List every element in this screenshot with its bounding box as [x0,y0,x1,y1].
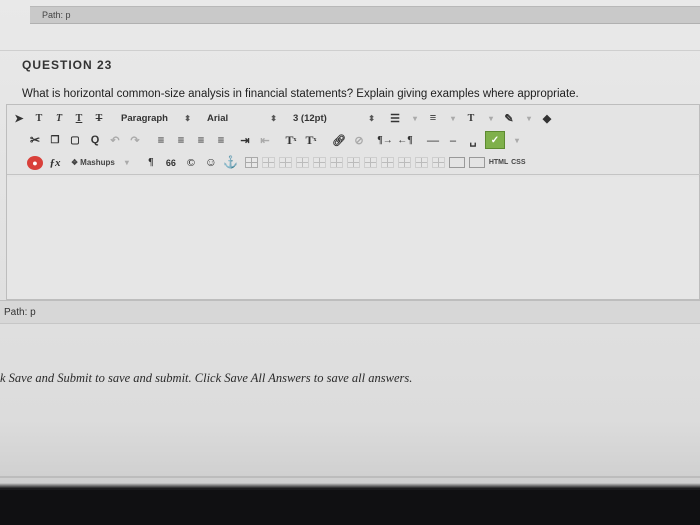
select-arrows-icon: ⬍ [184,113,191,123]
copyright-icon[interactable]: © [183,154,199,172]
strikethrough-button[interactable]: T [91,109,107,127]
bottom-path-bar: Path: p [0,300,700,324]
align-center-icon[interactable]: ≡ [173,131,189,149]
outdent-icon[interactable]: ⇤ [257,131,273,149]
chevron-down-icon[interactable]: ▾ [521,109,537,127]
eraser-icon[interactable]: ◆ [539,109,555,127]
table-delete-col-icon[interactable] [346,157,360,168]
numbered-list-icon[interactable]: ≡ [425,109,441,127]
table-row-props-icon[interactable] [431,157,445,168]
highlight-pen-icon[interactable]: ✎ [501,109,517,127]
submit-instructions: k Save and Submit to save and submit. Cl… [0,371,413,385]
chevron-down-icon[interactable]: ▾ [509,131,525,149]
paste-icon[interactable]: ▢ [67,131,83,149]
bullet-list-icon[interactable]: ☰ [387,109,403,127]
table-row-before-icon[interactable] [261,157,275,168]
table-row-after-icon[interactable] [278,157,292,168]
table-col-after-icon[interactable] [329,157,343,168]
font-size-value: 3 (12pt) [293,112,327,124]
unlink-icon[interactable]: ⊘ [351,131,367,149]
chevron-down-icon[interactable]: ▾ [407,109,423,127]
paragraph-format-value: Paragraph [121,112,168,124]
divider [0,476,700,478]
table-col-before-icon[interactable] [312,157,326,168]
ltr-paragraph-icon[interactable]: ¶→ [377,131,393,149]
font-family-select[interactable]: Arial ⬍ [203,110,281,126]
dash-icon[interactable]: – [445,131,461,149]
font-family-value: Arial [207,112,229,124]
superscript-label: T [285,132,294,147]
table-cell-props-icon[interactable] [414,157,428,168]
chevron-down-icon[interactable]: ▾ [483,109,499,127]
divider [0,50,700,51]
link-icon[interactable]: 🔗︎ [331,131,347,149]
underline-button[interactable]: T [71,109,87,127]
chevron-down-icon[interactable]: ▾ [445,109,461,127]
preview-icon[interactable] [468,157,485,168]
table-props-icon[interactable] [397,157,411,168]
toolbar-row-2: ✂ ❐ ▢ Q ↶ ↷ ≡ ≡ ≡ ≡ ⇥ ⇤ Tx Tx 🔗︎ ⊘ ¶→ ←¶… [7,129,700,151]
paragraph-format-select[interactable]: Paragraph ⬍ [117,110,195,126]
mashups-button[interactable]: ❖ Mashups [71,154,115,172]
formula-fx-icon[interactable]: ƒx [47,154,63,172]
select-arrows-icon: ⬍ [270,113,277,123]
html-button[interactable]: HTML [489,154,508,172]
bold-button[interactable]: T [31,109,47,127]
subscript-button[interactable]: Tx [303,131,319,149]
align-right-icon[interactable]: ≡ [193,131,209,149]
mashups-icon: ❖ [71,158,79,167]
toolbar-row-1: ➤ T T T T Paragraph ⬍ Arial ⬍ 3 (12pt) ⬍… [7,107,700,129]
indent-icon[interactable]: ⇥ [237,131,253,149]
cursor-arrow-icon: ➤ [14,112,24,125]
table-merge-cell-icon[interactable] [380,157,394,168]
question-heading: QUESTION 23 [22,58,113,72]
css-button[interactable]: CSS [510,154,526,172]
italic-button[interactable]: T [51,109,67,127]
anchor-icon[interactable]: ⚓ [223,154,239,172]
top-path-label: Path: p [42,10,71,20]
text-color-button[interactable]: T [463,109,479,127]
emoji-icon[interactable]: ☺ [203,154,219,172]
spellcheck-icon[interactable]: ✓ [485,131,505,149]
question-text: What is horizontal common-size analysis … [22,88,579,100]
select-arrows-icon: ⬍ [368,113,375,123]
justify-icon[interactable]: ≡ [213,131,229,149]
subscript-label: T [305,132,314,147]
rich-text-editor: ➤ T T T T Paragraph ⬍ Arial ⬍ 3 (12pt) ⬍… [6,104,700,300]
rtl-paragraph-icon[interactable]: ←¶ [397,131,413,149]
paragraph-mark-button[interactable]: ¶ [143,154,159,172]
find-icon[interactable]: Q [87,131,103,149]
chevron-down-icon[interactable]: ▾ [119,154,135,172]
bottom-path-label: Path: p [4,307,36,318]
cut-icon[interactable]: ✂ [27,131,43,149]
blockquote-button[interactable]: 66 [163,154,179,172]
screen: { "top_path": { "label": "Path: p" }, "q… [0,0,700,525]
horizontal-rule-icon[interactable]: — [425,131,441,149]
font-size-select[interactable]: 3 (12pt) ⬍ [289,110,379,126]
toolbar-row-3: ● ƒx ❖ Mashups ▾ ¶ 66 © ☺ ⚓ HTML CSS [7,151,700,175]
editor-text-area[interactable] [7,177,699,299]
table-delete-row-icon[interactable] [295,157,309,168]
nonbreaking-space-icon[interactable]: ␣ [465,131,481,149]
mashups-label: Mashups [80,158,115,167]
screen-bezel [0,490,700,525]
table-split-cell-icon[interactable] [363,157,377,168]
align-left-icon[interactable]: ≡ [153,131,169,149]
record-icon[interactable]: ● [27,155,43,170]
superscript-button[interactable]: Tx [283,131,299,149]
redo-icon[interactable]: ↷ [127,131,143,149]
undo-icon[interactable]: ↶ [107,131,123,149]
top-path-bar: Path: p [30,6,700,24]
insert-table-icon[interactable] [244,157,258,168]
copy-icon[interactable]: ❐ [47,131,63,149]
fullscreen-icon[interactable] [448,157,465,168]
